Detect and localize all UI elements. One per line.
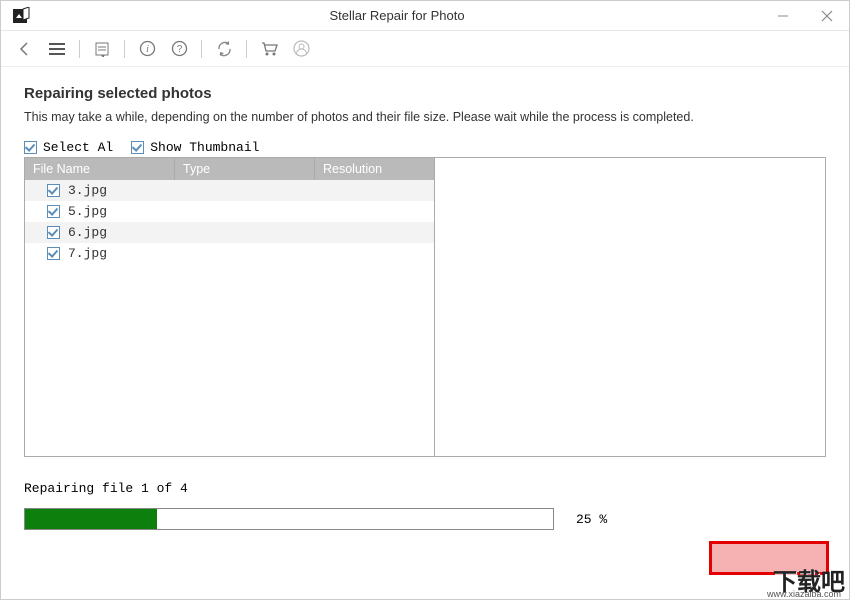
file-name-cell: 7.jpg	[68, 246, 107, 261]
progress-fill	[25, 509, 157, 529]
stop-button[interactable]	[709, 541, 829, 575]
progress-bar	[24, 508, 554, 530]
table-header: File Name Type Resolution	[25, 158, 434, 180]
row-checkbox[interactable]	[47, 247, 60, 260]
menu-button[interactable]	[45, 37, 69, 61]
separator	[79, 40, 80, 58]
select-all-label: Select Al	[43, 140, 113, 155]
minimize-button[interactable]	[761, 1, 805, 31]
app-logo-icon	[13, 7, 33, 25]
main-content: Repairing selected photos This may take …	[1, 67, 849, 467]
progress-percent: 25 %	[576, 512, 607, 527]
titlebar: Stellar Repair for Photo	[1, 1, 849, 31]
watermark-url: www.xiazaiba.com	[767, 589, 841, 599]
panels: File Name Type Resolution 3.jpg 5.jpg 6.jp…	[24, 157, 826, 457]
refresh-icon[interactable]	[212, 37, 236, 61]
svg-text:?: ?	[176, 44, 182, 55]
col-type[interactable]: Type	[175, 158, 315, 180]
options-row: Select Al Show Thumbnail	[24, 140, 826, 155]
table-row[interactable]: 7.jpg	[25, 243, 434, 264]
col-file-name[interactable]: File Name	[25, 158, 175, 180]
select-all-checkbox[interactable]: Select Al	[24, 140, 113, 155]
file-list-panel: File Name Type Resolution 3.jpg 5.jpg 6.jp…	[25, 158, 435, 456]
help-icon[interactable]: ?	[167, 37, 191, 61]
table-row[interactable]: 3.jpg	[25, 180, 434, 201]
file-name-cell: 5.jpg	[68, 204, 107, 219]
show-thumbnail-label: Show Thumbnail	[150, 140, 259, 155]
list-settings-icon[interactable]	[90, 37, 114, 61]
status-text: Repairing file 1 of 4	[24, 481, 826, 496]
status-area: Repairing file 1 of 4 25 %	[1, 467, 849, 530]
row-checkbox[interactable]	[47, 184, 60, 197]
page-subheading: This may take a while, depending on the …	[24, 110, 826, 124]
preview-panel	[435, 158, 825, 456]
window-title: Stellar Repair for Photo	[33, 8, 761, 23]
row-checkbox[interactable]	[47, 226, 60, 239]
user-icon[interactable]	[289, 37, 313, 61]
page-heading: Repairing selected photos	[24, 85, 826, 102]
svg-text:i: i	[146, 44, 149, 55]
checkbox-icon	[131, 141, 144, 154]
back-button[interactable]	[13, 37, 37, 61]
file-name-cell: 6.jpg	[68, 225, 107, 240]
show-thumbnail-checkbox[interactable]: Show Thumbnail	[131, 140, 259, 155]
separator	[124, 40, 125, 58]
col-resolution[interactable]: Resolution	[315, 158, 434, 180]
table-row[interactable]: 6.jpg	[25, 222, 434, 243]
row-checkbox[interactable]	[47, 205, 60, 218]
close-button[interactable]	[805, 1, 849, 31]
table-row[interactable]: 5.jpg	[25, 201, 434, 222]
separator	[246, 40, 247, 58]
cart-icon[interactable]	[257, 37, 281, 61]
progress-row: 25 %	[24, 508, 826, 530]
table-body: 3.jpg 5.jpg 6.jpg 7.jpg	[25, 180, 434, 456]
file-name-cell: 3.jpg	[68, 183, 107, 198]
checkbox-icon	[24, 141, 37, 154]
info-icon[interactable]: i	[135, 37, 159, 61]
toolbar: i ?	[1, 31, 849, 67]
separator	[201, 40, 202, 58]
